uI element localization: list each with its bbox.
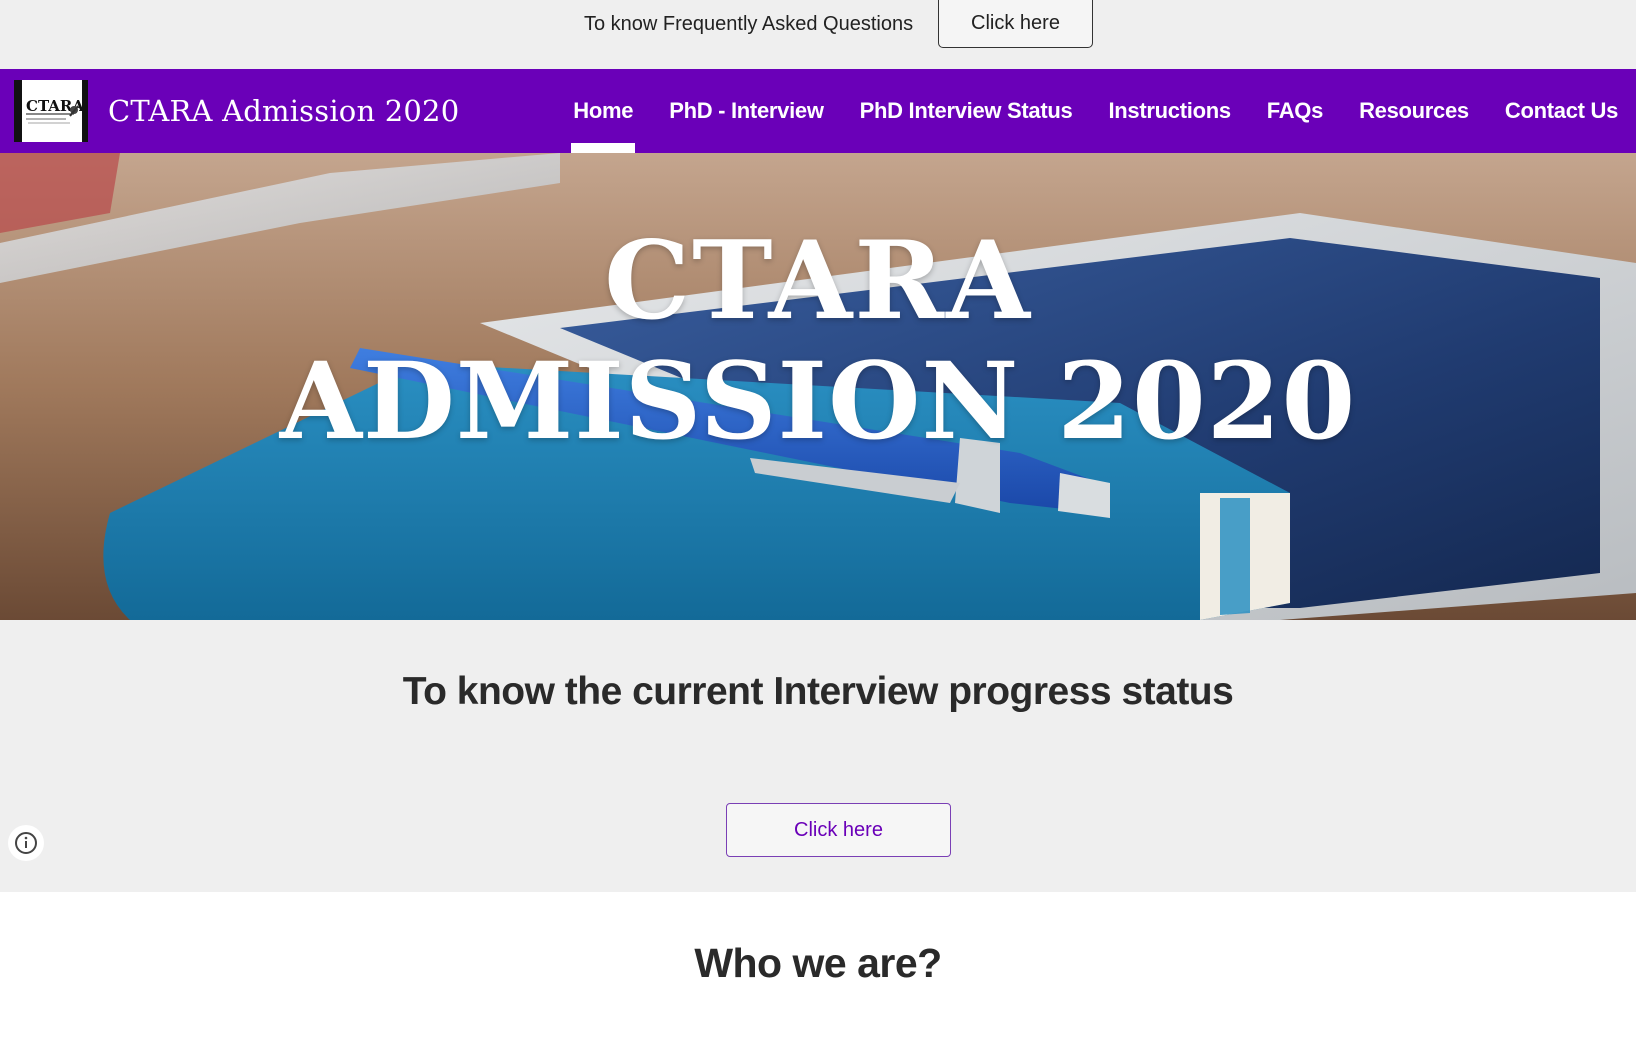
top-navbar: CTARA CTARA Admission 2020 Home PhD - In… [0, 69, 1636, 153]
nav-item-faqs[interactable]: FAQs [1267, 69, 1324, 153]
nav-item-contact-us[interactable]: Contact Us [1505, 69, 1618, 153]
main-nav: Home PhD - Interview PhD Interview Statu… [537, 69, 1618, 153]
hero-banner: CTARA ADMISSION 2020 [0, 153, 1636, 620]
faq-click-here-button[interactable]: Click here [938, 0, 1093, 48]
interview-status-click-here-button[interactable]: Click here [726, 803, 951, 857]
hero-title: CTARA ADMISSION 2020 [0, 221, 1636, 461]
nav-item-resources[interactable]: Resources [1359, 69, 1469, 153]
who-we-are-heading: Who we are? [694, 940, 942, 986]
nav-item-home[interactable]: Home [571, 69, 636, 153]
nav-item-phd-interview[interactable]: PhD - Interview [669, 69, 824, 153]
hero-title-line-1: CTARA [604, 218, 1032, 344]
interview-status-heading: To know the current Interview progress s… [402, 670, 1234, 713]
faq-banner-text: To know Frequently Asked Questions [584, 13, 914, 35]
hero-title-line-2: ADMISSION 2020 [279, 338, 1357, 463]
info-icon[interactable] [8, 825, 44, 861]
nav-item-instructions[interactable]: Instructions [1108, 69, 1231, 153]
faq-banner: To know Frequently Asked Questions Click… [0, 0, 1636, 69]
who-we-are-section: Who we are? [0, 892, 1636, 1048]
site-logo[interactable]: CTARA [14, 80, 88, 142]
nav-item-phd-interview-status[interactable]: PhD Interview Status [860, 69, 1073, 153]
interview-status-section: To know the current Interview progress s… [0, 620, 1636, 892]
site-title[interactable]: CTARA Admission 2020 [108, 91, 459, 131]
